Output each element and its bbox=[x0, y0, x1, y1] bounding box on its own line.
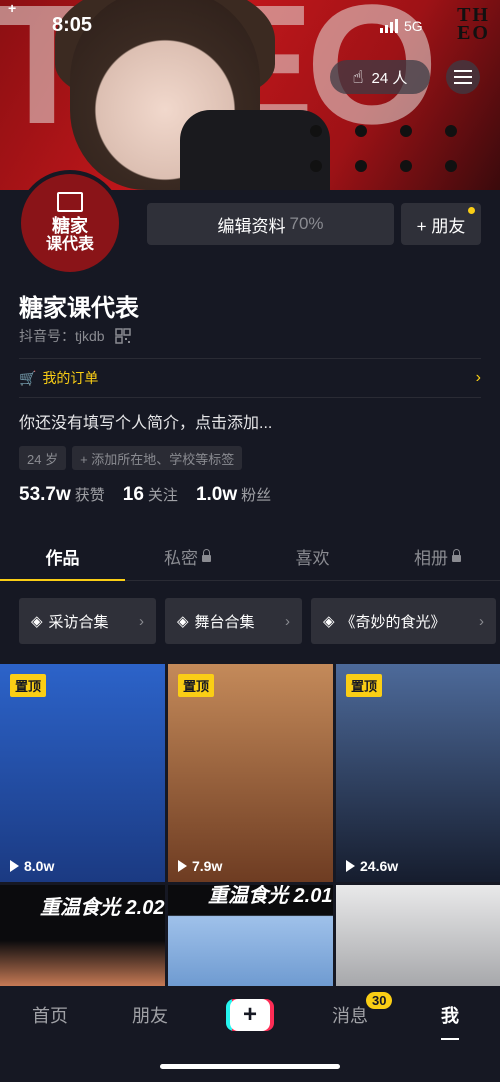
my-orders-row[interactable]: 🛒 我的订单 › bbox=[19, 368, 481, 388]
collections-row: ◈ 采访合集 › ◈ 舞台合集 › ◈ 《奇妙的食光》 › bbox=[19, 598, 496, 644]
hamburger-icon bbox=[454, 70, 472, 84]
view-count: 7.9w bbox=[178, 858, 222, 874]
chevron-right-icon: › bbox=[475, 369, 481, 386]
hand-pointer-icon: ☝ bbox=[352, 66, 364, 87]
profile-id: 抖音号：tjkdb bbox=[19, 326, 131, 346]
lock-icon bbox=[452, 548, 461, 562]
avatar[interactable]: 糖家 课代表 bbox=[17, 170, 123, 276]
play-icon bbox=[10, 860, 19, 872]
divider bbox=[19, 397, 481, 398]
video-title: 重温食光 2.02 bbox=[40, 897, 165, 919]
view-count: 8.0w bbox=[10, 858, 54, 874]
notification-dot bbox=[468, 207, 475, 214]
edit-profile-label: 编辑资料 bbox=[217, 216, 286, 236]
cart-icon: 🛒 bbox=[19, 369, 37, 386]
following-stat[interactable]: 16 关注 bbox=[123, 484, 178, 506]
pinned-badge: 置顶 bbox=[10, 674, 47, 697]
video-thumbnail[interactable]: 重温食光 2.02 bbox=[0, 885, 165, 986]
status-plus: + bbox=[8, 0, 17, 16]
layers-icon: ◈ bbox=[323, 613, 335, 630]
messages-badge: 30 bbox=[366, 992, 393, 1009]
collection-food-show[interactable]: ◈ 《奇妙的食光》 › bbox=[311, 598, 496, 644]
layers-icon: ◈ bbox=[31, 613, 43, 630]
active-indicator bbox=[441, 1038, 459, 1040]
status-indicators: 5G bbox=[380, 18, 423, 34]
lock-icon bbox=[202, 548, 211, 562]
profile-completion: 70% bbox=[289, 214, 324, 233]
add-friend-label: + 朋友 bbox=[416, 216, 466, 236]
divider bbox=[19, 358, 481, 359]
chevron-right-icon: › bbox=[479, 612, 484, 630]
nav-home[interactable]: 首页 bbox=[32, 1002, 68, 1028]
profile-bio[interactable]: 你还没有填写个人简介，点击添加... bbox=[19, 409, 272, 433]
visitors-label: 24 人 bbox=[371, 69, 408, 87]
status-time: 8:05 bbox=[52, 14, 93, 36]
likes-stat[interactable]: 53.7w 获赞 bbox=[19, 484, 105, 506]
nav-me[interactable]: 我 bbox=[441, 1002, 459, 1028]
edit-profile-button[interactable]: 编辑资料 70% bbox=[147, 203, 394, 245]
collection-stage[interactable]: ◈ 舞台合集 › bbox=[165, 598, 302, 644]
visitors-button[interactable]: ☝ 24 人 bbox=[330, 60, 430, 94]
qr-code-icon[interactable] bbox=[114, 328, 131, 344]
avatar-gift-icon bbox=[57, 192, 83, 212]
pinned-badge: 置顶 bbox=[178, 674, 215, 697]
profile-tags: 24 岁 + 添加所在地、学校等标签 bbox=[19, 446, 243, 470]
tab-album[interactable]: 相册 bbox=[375, 532, 500, 580]
add-tag-button[interactable]: + 添加所在地、学校等标签 bbox=[72, 446, 243, 470]
video-thumbnail[interactable]: 置顶 8.0w bbox=[0, 664, 165, 882]
view-count: 24.6w bbox=[346, 858, 398, 874]
play-icon bbox=[178, 860, 187, 872]
profile-stats: 53.7w 获赞 16 关注 1.0w 粉丝 bbox=[19, 484, 271, 506]
profile-tabs: 作品 私密 喜欢 相册 bbox=[0, 532, 500, 581]
play-icon bbox=[346, 860, 355, 872]
create-button[interactable]: + bbox=[226, 999, 274, 1031]
video-grid: 置顶 8.0w 置顶 7.9w 置顶 24.6w 重温食光 2.02 重温食光 … bbox=[0, 664, 500, 986]
chevron-right-icon: › bbox=[139, 612, 144, 630]
tab-liked[interactable]: 喜欢 bbox=[250, 532, 375, 580]
network-label: 5G bbox=[404, 18, 423, 34]
profile-id-label: 抖音号：tjkdb bbox=[19, 328, 105, 344]
pinned-badge: 置顶 bbox=[346, 674, 383, 697]
layers-icon: ◈ bbox=[177, 613, 189, 630]
avatar-text-top: 糖家 bbox=[52, 216, 88, 236]
plus-icon: + bbox=[230, 999, 270, 1031]
avatar-text-bottom: 课代表 bbox=[45, 236, 94, 253]
video-thumbnail[interactable]: 重温食光 2.01 bbox=[168, 885, 333, 986]
avatar-image: 糖家 课代表 bbox=[21, 174, 119, 272]
video-thumbnail[interactable]: 置顶 24.6w bbox=[336, 664, 500, 882]
age-tag: 24 岁 bbox=[19, 446, 67, 470]
nav-messages[interactable]: 消息 bbox=[332, 1002, 368, 1028]
home-indicator[interactable] bbox=[160, 1064, 340, 1069]
nav-friends[interactable]: 朋友 bbox=[132, 1002, 168, 1028]
signal-icon bbox=[380, 19, 398, 33]
video-thumbnail[interactable] bbox=[336, 885, 500, 986]
chevron-right-icon: › bbox=[285, 612, 290, 630]
banner-dots bbox=[305, 120, 500, 190]
video-thumbnail[interactable]: 置顶 7.9w bbox=[168, 664, 333, 882]
tab-private[interactable]: 私密 bbox=[125, 532, 250, 580]
menu-button[interactable] bbox=[446, 60, 480, 94]
my-orders-label: 我的订单 bbox=[42, 370, 99, 386]
video-title: 重温食光 2.01 bbox=[208, 885, 333, 907]
tab-works[interactable]: 作品 bbox=[0, 532, 125, 581]
profile-name: 糖家课代表 bbox=[19, 295, 139, 322]
collection-interviews[interactable]: ◈ 采访合集 › bbox=[19, 598, 156, 644]
followers-stat[interactable]: 1.0w 粉丝 bbox=[196, 484, 271, 506]
brand-logo: TH EO bbox=[457, 4, 490, 44]
